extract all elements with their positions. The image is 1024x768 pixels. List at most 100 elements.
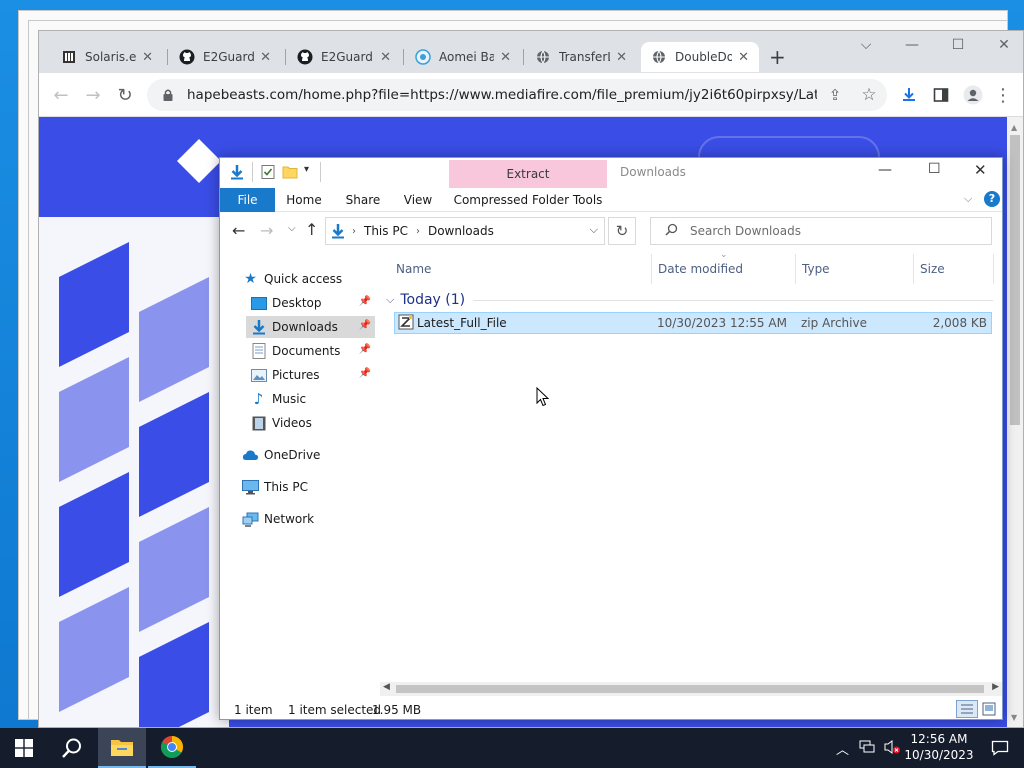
chevron-up-icon[interactable]: ︿ xyxy=(836,739,849,758)
item-count: 1 item xyxy=(234,703,273,717)
column-header-size[interactable]: Size xyxy=(914,254,994,284)
minimize-button[interactable]: — xyxy=(897,37,927,53)
large-icons-view-icon[interactable] xyxy=(982,702,996,719)
nav-quick-access[interactable]: ★ Quick access xyxy=(242,268,342,290)
reload-button[interactable]: ↻ xyxy=(113,83,137,107)
breadcrumb-this-pc[interactable]: This PC xyxy=(364,224,408,238)
system-tray: ︿ xyxy=(836,728,901,768)
github-icon xyxy=(179,49,195,65)
address-row: ← → ⌵ ↑ › This PC › Downloads ⌵ ↻ Search… xyxy=(220,213,1002,253)
new-folder-icon[interactable] xyxy=(282,164,298,183)
menu-kebab-icon[interactable]: ⋮ xyxy=(991,83,1015,107)
status-bar: 1 item 1 item selected 1.95 MB xyxy=(220,698,1002,719)
tab-aomei[interactable]: Aomei Backup ✕ xyxy=(405,42,521,72)
close-button[interactable]: ✕ xyxy=(989,37,1019,53)
nav-pictures[interactable]: Pictures 📌 xyxy=(250,364,375,386)
file-explorer-window: ▾ Extract Downloads — ☐ ✕ File Home Shar… xyxy=(219,157,1003,720)
recent-locations-icon[interactable]: ⌵ xyxy=(288,223,296,234)
tab-doubledown[interactable]: DoubleDown ✕ xyxy=(641,42,759,72)
column-header-date[interactable]: Date modified xyxy=(652,254,796,284)
bookmark-star-icon[interactable]: ☆ xyxy=(857,83,881,107)
column-header-type[interactable]: Type xyxy=(796,254,914,284)
back-arrow-icon[interactable]: ← xyxy=(232,221,245,240)
table-row[interactable]: Latest_Full_File 10/30/2023 12:55 AM zip… xyxy=(394,312,992,334)
start-button[interactable] xyxy=(0,728,48,768)
group-header-today[interactable]: ⌵ Today (1) xyxy=(386,290,994,310)
tab-e2guardian-1[interactable]: E2Guardian ✕ xyxy=(169,42,281,72)
help-icon[interactable]: ? xyxy=(984,191,1000,207)
desktop-icon xyxy=(250,296,267,311)
side-panel-icon[interactable] xyxy=(929,83,953,107)
forward-arrow-icon[interactable]: → xyxy=(260,221,273,240)
tab-file[interactable]: File xyxy=(220,188,275,212)
volume-muted-icon[interactable] xyxy=(883,739,901,758)
tab-compressed-folder-tools[interactable]: Compressed Folder Tools xyxy=(449,188,607,212)
chat-bubble-icon xyxy=(991,740,1009,756)
chevron-down-icon[interactable]: ⌵ xyxy=(590,223,598,237)
search-input[interactable]: Search Downloads xyxy=(650,217,992,245)
address-bar[interactable]: hapebeasts.com/home.php?file=https://www… xyxy=(147,79,887,111)
close-icon[interactable]: ✕ xyxy=(738,50,749,65)
nav-label: Desktop xyxy=(272,296,322,310)
share-icon[interactable]: ⇪ xyxy=(823,83,847,107)
search-button[interactable] xyxy=(48,728,96,768)
tab-e2guardian-2[interactable]: E2Guardian ✕ xyxy=(287,42,401,72)
pin-icon: 📌 xyxy=(358,320,371,331)
close-icon[interactable]: ✕ xyxy=(500,50,511,65)
minimize-button[interactable]: — xyxy=(878,162,892,178)
navigation-pane: ★ Quick access Desktop 📌 Downloads 📌 Doc… xyxy=(220,254,380,689)
nav-network[interactable]: Network xyxy=(242,508,314,530)
quick-access-toolbar-dropdown-icon[interactable]: ▾ xyxy=(304,164,309,175)
taskbar-file-explorer[interactable] xyxy=(98,728,146,768)
up-arrow-icon[interactable]: ↑ xyxy=(305,220,318,239)
close-icon[interactable]: ✕ xyxy=(616,50,627,65)
refresh-button[interactable]: ↻ xyxy=(608,217,636,245)
close-icon[interactable]: ✕ xyxy=(260,50,271,65)
nav-downloads[interactable]: Downloads 📌 xyxy=(246,316,375,338)
nav-videos[interactable]: Videos xyxy=(250,412,375,434)
nav-desktop[interactable]: Desktop 📌 xyxy=(250,292,375,314)
tab-home[interactable]: Home xyxy=(282,188,326,212)
close-icon[interactable]: ✕ xyxy=(380,50,391,65)
nav-label: This PC xyxy=(264,480,308,494)
address-box[interactable]: › This PC › Downloads ⌵ xyxy=(325,217,605,245)
nav-this-pc[interactable]: This PC xyxy=(242,476,308,498)
taskbar-clock[interactable]: 12:56 AM 10/30/2023 xyxy=(900,731,978,763)
nav-documents[interactable]: Documents 📌 xyxy=(250,340,375,362)
new-tab-button[interactable]: + xyxy=(769,45,786,69)
column-header-name[interactable]: Name xyxy=(390,254,652,284)
folder-icon xyxy=(111,740,133,756)
close-icon[interactable]: ✕ xyxy=(142,50,153,65)
explorer-title-bar: ▾ Extract Downloads — ☐ ✕ xyxy=(220,158,1002,188)
taskbar-chrome[interactable] xyxy=(148,728,196,768)
tab-search-icon[interactable]: ⌵ xyxy=(851,37,881,53)
downloads-icon[interactable] xyxy=(897,83,921,107)
chevron-right-icon: › xyxy=(415,225,420,237)
globe-icon xyxy=(651,49,667,65)
nav-onedrive[interactable]: OneDrive xyxy=(242,444,320,466)
tab-title: Aomei Backup xyxy=(439,50,494,64)
horizontal-scrollbar[interactable]: ◀ ▶ xyxy=(380,682,1002,696)
tab-view[interactable]: View xyxy=(398,188,438,212)
close-button[interactable]: ✕ xyxy=(974,161,987,179)
nav-label: Network xyxy=(264,512,315,526)
properties-icon[interactable] xyxy=(260,164,276,183)
group-label: Today (1) xyxy=(400,292,466,308)
forward-button[interactable]: → xyxy=(81,83,105,107)
page-scrollbar[interactable]: ▲ ▼ xyxy=(1007,117,1023,727)
profile-avatar-icon[interactable] xyxy=(961,83,985,107)
breadcrumb-downloads[interactable]: Downloads xyxy=(428,224,494,238)
back-button[interactable]: ← xyxy=(49,83,73,107)
network-icon[interactable] xyxy=(859,740,875,757)
maximize-button[interactable]: ☐ xyxy=(928,161,941,177)
details-view-icon[interactable] xyxy=(956,700,978,718)
nav-music[interactable]: ♪ Music xyxy=(250,388,375,410)
selection-size: 1.95 MB xyxy=(372,703,422,717)
tab-share[interactable]: Share xyxy=(342,188,384,212)
maximize-button[interactable]: ☐ xyxy=(943,37,973,53)
tab-transferlink[interactable]: TransferLink ✕ xyxy=(525,42,637,72)
notification-center-button[interactable] xyxy=(976,728,1024,768)
search-icon xyxy=(62,738,81,758)
ribbon-expand-icon[interactable]: ⌵ xyxy=(964,192,972,206)
tab-solaris[interactable]: Solaris.exe ✕ xyxy=(51,42,163,72)
